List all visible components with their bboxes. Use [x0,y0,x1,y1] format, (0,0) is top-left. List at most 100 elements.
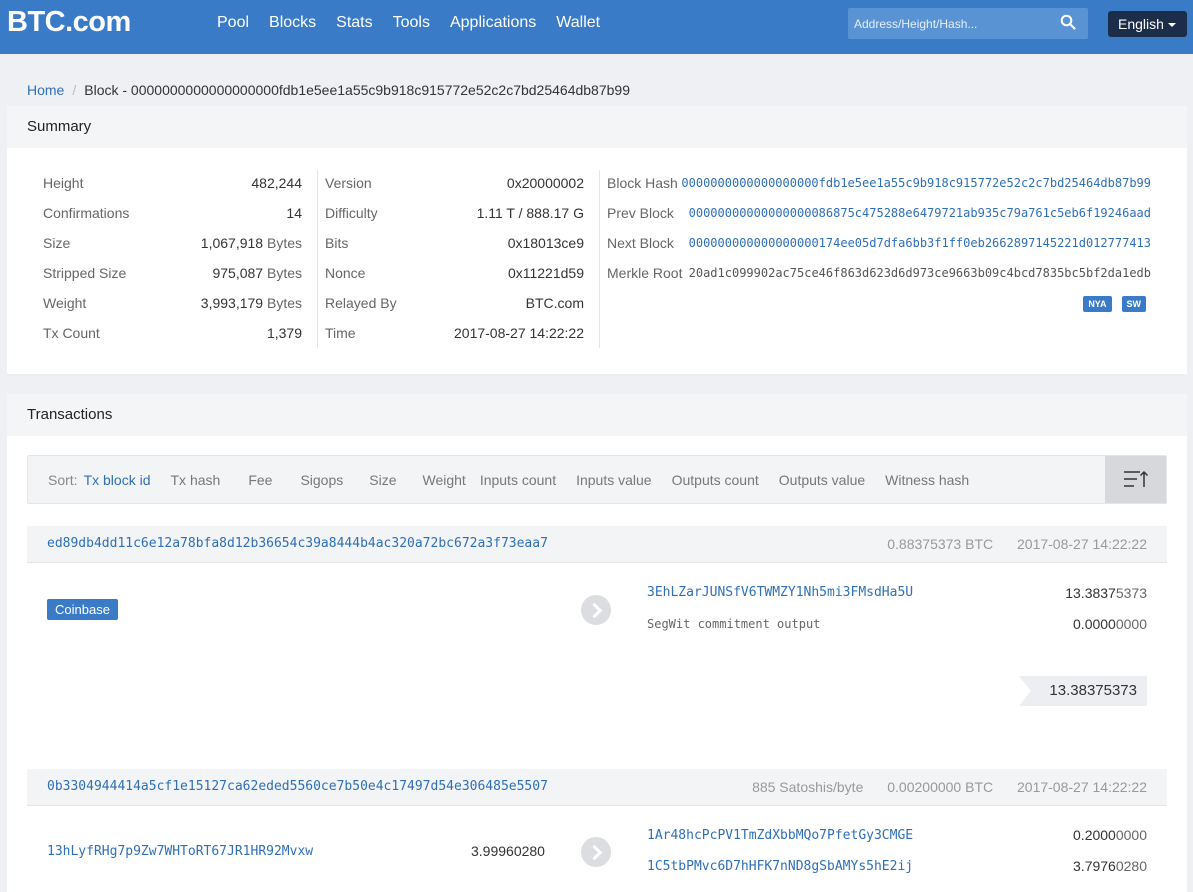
language-label: English [1118,16,1164,32]
caret-down-icon [1167,23,1176,28]
sort-sigops[interactable]: Sigops [300,472,343,488]
amount-tail: 0000 [1115,827,1147,843]
breadcrumb-home[interactable]: Home [27,82,64,98]
summary-row-size: Size 1,067,918 Bytes [43,228,302,258]
summary-panel: Summary Height 482,244 Confirmations 14 Si… [7,106,1187,374]
tx-body: 13hLyfRHg7p9Zw7WHToRT67JR1HR92Mvxw 3.999… [27,806,1167,892]
sort-direction-button[interactable] [1105,456,1166,503]
sort-witness-hash[interactable]: Witness hash [885,472,969,488]
badge-sw[interactable]: SW [1121,296,1146,312]
tx-hash-link[interactable]: ed89db4dd11c6e12a78bfa8d12b36654c39a8444… [47,536,548,551]
summary-label: Confirmations [43,205,130,221]
amount-main: 0.0000 [1073,616,1116,632]
tx-header: ed89db4dd11c6e12a78bfa8d12b36654c39a8444… [27,526,1167,563]
relayed-by-link[interactable]: BTC.com [526,288,584,318]
summary-row-confirmations: Confirmations 14 [43,198,302,228]
sort-tx-block-id[interactable]: Tx block id [84,472,151,488]
amount-main: 0.2000 [1073,827,1116,843]
nav-pool[interactable]: Pool [207,0,259,46]
sort-outputs-count[interactable]: Outputs count [672,472,759,488]
summary-value: 1,379 [266,325,302,341]
nav-stats[interactable]: Stats [326,0,382,46]
summary-row-difficulty: Difficulty 1.11 T / 888.17 G [325,198,584,228]
search-box [848,8,1088,39]
input-address[interactable]: 13hLyfRHg7p9Zw7WHToRT67JR1HR92Mvxw [47,844,313,859]
tx-amount: 0.00200000 BTC [887,779,994,795]
language-dropdown[interactable]: English [1108,11,1187,37]
summary-value: 482,244 [251,175,302,191]
summary-row-height: Height 482,244 [43,168,302,198]
summary-value: 2017-08-27 14:22:22 [454,325,584,341]
summary-value: 0x11221d59 [507,265,584,281]
amount-tail: 5373 [1115,585,1147,601]
summary-label: Difficulty [325,205,378,221]
transactions-title: Transactions [7,394,1187,436]
summary-label: Stripped Size [43,265,127,281]
summary-number: 1,067,918 [200,235,264,251]
output-address[interactable]: 3EhLZarJUNSfV6TWMZY1Nh5mi3FMsdHa5U [647,585,913,600]
block-badges: NYA SW [1083,296,1146,312]
tx-body: Coinbase 3EhLZarJUNSfV6TWMZY1Nh5mi3FMsdH… [27,563,1167,763]
next-block-link[interactable]: 000000000000000000174ee05d7dfa6bb3f1ff0e… [689,228,1151,258]
sort-inputs-value[interactable]: Inputs value [576,472,652,488]
summary-label: Nonce [325,265,366,281]
column-divider [317,170,318,348]
summary-row-relayed-by: Relayed By BTC.com [325,288,584,318]
sort-options: Sort: Tx block id Tx hash Fee Sigops Siz… [48,456,989,503]
logo[interactable]: BTC.com [7,6,131,39]
nav-tools[interactable]: Tools [383,0,440,46]
breadcrumb-separator: / [72,82,77,98]
tx-fee-rate: 885 Satoshis/byte [752,779,864,795]
sort-fee[interactable]: Fee [248,472,272,488]
search-icon[interactable] [1060,14,1076,30]
amount-tail: 0000 [1115,616,1147,632]
transactions-panel: Transactions Sort: Tx block id Tx hash F… [7,394,1187,892]
badge-nya[interactable]: NYA [1083,296,1112,312]
sort-inputs-count[interactable]: Inputs count [480,472,556,488]
amount-main: 13.3837 [1065,585,1116,601]
tx-meta: 885 Satoshis/byte 0.00200000 BTC 2017-08… [732,779,1147,795]
summary-row-stripped-size: Stripped Size 975,087 Bytes [43,258,302,288]
sort-size[interactable]: Size [369,472,396,488]
summary-label: Size [43,235,71,251]
tx-time: 2017-08-27 14:22:22 [1017,779,1147,795]
summary-label: Tx Count [43,325,100,341]
summary-label: Height [43,175,84,191]
sort-tx-hash[interactable]: Tx hash [171,472,221,488]
summary-unit: Bytes [266,265,302,281]
block-hash-link[interactable]: 0000000000000000000fdb1e5ee1a55c9b918c91… [681,168,1151,198]
sort-weight[interactable]: Weight [422,472,465,488]
prev-block-link[interactable]: 00000000000000000086875c475288e6479721ab… [689,198,1151,228]
search-input[interactable] [848,8,1053,39]
output-address[interactable]: 1Ar48hcPcPV1TmZdXbbMQo7PfetGy3CMGE [647,828,913,843]
summary-label: Relayed By [325,295,397,311]
summary-row-bits: Bits 0x18013ce9 [325,228,584,258]
top-navbar: BTC.com Pool Blocks Stats Tools Applicat… [0,0,1193,54]
summary-value: 1,067,918 Bytes [201,228,302,258]
tx-hash-link[interactable]: 0b3304944414a5cf1e15127ca62eded5560ce7b5… [47,779,548,794]
summary-label: Bits [325,235,349,251]
output-address[interactable]: 1C5tbPMvc6D7hHFK7nND8gSbAMYs5hE2ij [647,859,913,874]
merkle-root-value: 20ad1c099902ac75ce46f863d623d6d973ce9663… [688,266,1151,280]
summary-label: Prev Block [607,205,674,221]
tx-meta: 0.88375373 BTC 2017-08-27 14:22:22 [867,536,1147,552]
sort-bar: Sort: Tx block id Tx hash Fee Sigops Siz… [27,455,1167,504]
sort-outputs-value[interactable]: Outputs value [779,472,865,488]
summary-value: 14 [286,205,302,221]
column-divider [599,170,600,348]
summary-row-version: Version 0x20000002 [325,168,584,198]
summary-row-weight: Weight 3,993,179 Bytes [43,288,302,318]
nav-applications[interactable]: Applications [440,0,546,46]
amount-main: 3.9996 [471,843,514,859]
summary-value: 1.11 T / 888.17 G [476,205,584,221]
amount-tail: 0280 [513,843,545,859]
output-amount: 3.79760280 [1073,858,1147,874]
summary-unit: Bytes [266,235,302,251]
summary-row-merkle-root: Merkle Root 20ad1c099902ac75ce46f863d623d… [607,258,1151,288]
amount-tail: 0280 [1115,858,1147,874]
summary-column-3: Block Hash 0000000000000000000fdb1e5ee1a5… [607,168,1151,288]
nav-wallet[interactable]: Wallet [546,0,610,46]
breadcrumb-current: Block - 0000000000000000000fdb1e5ee1a55c… [84,82,630,98]
summary-value: 3,993,179 Bytes [201,288,302,318]
nav-blocks[interactable]: Blocks [259,0,326,46]
